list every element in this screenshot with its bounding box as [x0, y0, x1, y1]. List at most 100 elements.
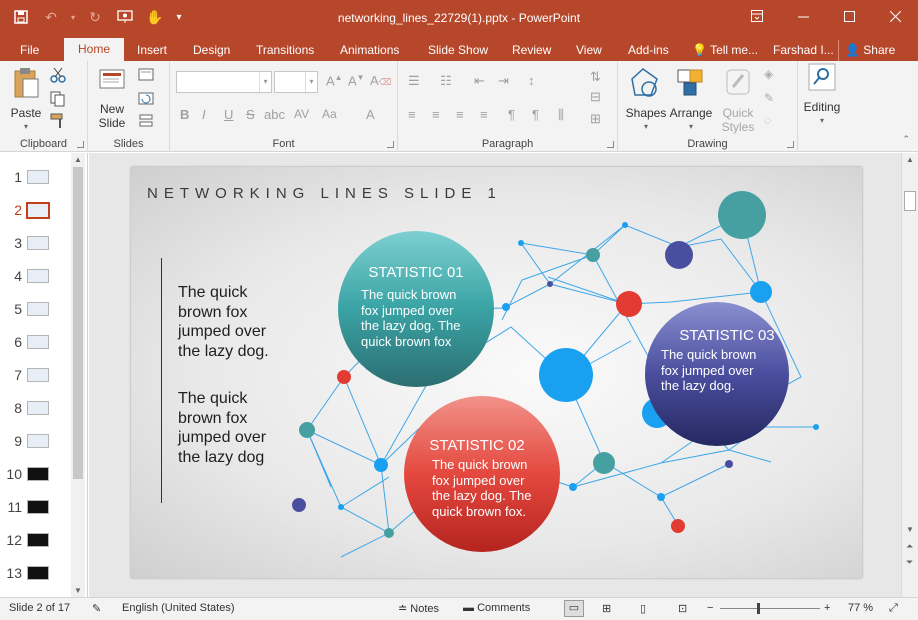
- normal-view-icon[interactable]: ▭: [564, 600, 584, 617]
- zoom-out-icon[interactable]: −: [707, 602, 713, 614]
- scroll-up-icon[interactable]: ▲: [74, 155, 82, 164]
- reset-icon[interactable]: [138, 91, 154, 107]
- slideshow-view-icon[interactable]: ⊡: [678, 602, 687, 615]
- ribbon-display-options-icon[interactable]: [734, 0, 780, 32]
- numbering-icon[interactable]: ☷: [440, 73, 452, 89]
- reading-view-icon[interactable]: ▯: [640, 602, 646, 615]
- comments-button[interactable]: ▬ Comments: [463, 602, 530, 614]
- next-slide-icon[interactable]: ⏷: [906, 557, 913, 568]
- smartart-icon[interactable]: ⊞: [590, 111, 601, 127]
- fit-to-window-icon[interactable]: ⤢: [889, 602, 898, 615]
- thumbnail-slide-1[interactable]: 1: [0, 165, 70, 189]
- grow-font-icon[interactable]: A▲: [326, 73, 343, 88]
- layout-icon[interactable]: [138, 67, 154, 83]
- change-case-button[interactable]: Aa: [322, 107, 337, 121]
- zoom-in-icon[interactable]: +: [824, 602, 830, 614]
- shape-outline-icon[interactable]: ✎: [764, 91, 780, 107]
- thumbnail-slide-6[interactable]: 6: [0, 330, 70, 354]
- line-spacing-icon[interactable]: ↕: [528, 73, 535, 88]
- spell-check-icon[interactable]: ✎: [92, 602, 101, 615]
- minimize-icon[interactable]: [780, 0, 826, 32]
- tab-transitions[interactable]: Transitions: [250, 40, 320, 61]
- stat-03-body[interactable]: The quick brown fox jumped over the lazy…: [661, 347, 781, 394]
- zoom-slider[interactable]: [720, 608, 820, 609]
- copy-icon[interactable]: [50, 91, 66, 107]
- rtl-icon[interactable]: ¶: [532, 107, 539, 122]
- collapse-ribbon-icon[interactable]: ⌃: [902, 134, 910, 145]
- scroll-thumb[interactable]: [73, 167, 83, 479]
- slide-sorter-icon[interactable]: ⊞: [602, 602, 611, 615]
- ltr-icon[interactable]: ¶: [508, 107, 515, 122]
- scroll-down-icon[interactable]: ▼: [906, 525, 914, 534]
- thumbnail-scrollbar[interactable]: ▲ ▼: [71, 153, 85, 597]
- tab-add-ins[interactable]: Add-ins: [622, 40, 675, 61]
- bullets-icon[interactable]: ☰: [408, 73, 420, 89]
- scroll-down-icon[interactable]: ▼: [74, 586, 82, 595]
- shape-effects-icon[interactable]: ◌: [764, 113, 780, 129]
- stat-01-body[interactable]: The quick brown fox jumped over the lazy…: [361, 287, 481, 349]
- cut-icon[interactable]: [50, 67, 66, 83]
- thumbnail-slide-10[interactable]: 10: [0, 462, 70, 486]
- scroll-up-icon[interactable]: ▲: [906, 155, 914, 164]
- thumbnail-slide-12[interactable]: 12: [0, 528, 70, 552]
- font-color-button[interactable]: A: [366, 107, 375, 122]
- close-icon[interactable]: [872, 0, 918, 32]
- tab-home[interactable]: Home: [64, 38, 125, 61]
- text-shadow-icon[interactable]: abc: [264, 107, 285, 122]
- editing-button[interactable]: Editing ▾: [800, 63, 844, 128]
- previous-slide-icon[interactable]: ⏶: [906, 541, 913, 552]
- tab-insert[interactable]: Insert: [131, 40, 173, 61]
- italic-button[interactable]: I: [202, 107, 206, 122]
- zoom-slider-thumb[interactable]: [757, 603, 760, 614]
- stat-02-title[interactable]: STATISTIC 02: [407, 437, 547, 454]
- slide-vertical-scrollbar[interactable]: ▲ ▼ ⏶ ⏷: [901, 153, 918, 597]
- decrease-indent-icon[interactable]: ⇤: [474, 73, 485, 89]
- thumbnail-slide-8[interactable]: 8: [0, 396, 70, 420]
- align-left-icon[interactable]: ≡: [408, 107, 416, 122]
- scroll-thumb[interactable]: [904, 191, 916, 211]
- thumbnail-slide-7[interactable]: 7: [0, 363, 70, 387]
- thumbnail-slide-5[interactable]: 5: [0, 297, 70, 321]
- bold-button[interactable]: B: [180, 107, 189, 122]
- underline-button[interactable]: U: [224, 107, 233, 122]
- character-spacing-button[interactable]: AV: [294, 107, 309, 121]
- paragraph-launcher-icon[interactable]: [607, 141, 614, 148]
- strikethrough-button[interactable]: S: [246, 107, 255, 122]
- shrink-font-icon[interactable]: A▼: [348, 73, 365, 88]
- tab-file[interactable]: File: [14, 40, 45, 61]
- shape-fill-icon[interactable]: ◈: [764, 67, 780, 83]
- format-painter-icon[interactable]: [50, 113, 66, 129]
- tab-view[interactable]: View: [570, 40, 608, 61]
- quick-styles-button[interactable]: Quick Styles: [716, 67, 760, 134]
- align-center-icon[interactable]: ≡: [432, 107, 440, 122]
- maximize-icon[interactable]: [826, 0, 872, 32]
- columns-icon[interactable]: ⫼: [558, 107, 564, 123]
- thumbnail-slide-9[interactable]: 9: [0, 429, 70, 453]
- thumbnail-slide-13[interactable]: 13: [0, 561, 70, 585]
- zoom-level[interactable]: 77 %: [848, 602, 873, 614]
- font-launcher-icon[interactable]: [387, 141, 394, 148]
- current-slide[interactable]: NETWORKING LINES SLIDE 1 The quick brown…: [131, 167, 862, 578]
- paste-button[interactable]: Paste ▾: [6, 67, 46, 134]
- new-slide-button[interactable]: New Slide: [92, 67, 132, 130]
- arrange-button[interactable]: Arrange ▾: [668, 67, 714, 134]
- align-text-icon[interactable]: ⊟: [590, 89, 601, 105]
- thumbnail-slide-4[interactable]: 4: [0, 264, 70, 288]
- thumbnail-slide-2[interactable]: 2: [0, 198, 70, 222]
- stat-01-title[interactable]: STATISTIC 01: [346, 264, 486, 281]
- language-indicator[interactable]: English (United States): [122, 602, 235, 614]
- shapes-button[interactable]: Shapes ▾: [624, 67, 668, 134]
- clipboard-launcher-icon[interactable]: [77, 141, 84, 148]
- notes-button[interactable]: ≐ Notes: [398, 602, 439, 615]
- text-direction-icon[interactable]: ⇅: [590, 69, 601, 85]
- clear-formatting-icon[interactable]: A⌫: [370, 73, 391, 88]
- stat-02-body[interactable]: The quick brown fox jumped over the lazy…: [432, 457, 552, 519]
- thumbnail-slide-11[interactable]: 11: [0, 495, 70, 519]
- account-name[interactable]: Farshad I...: [767, 40, 840, 61]
- increase-indent-icon[interactable]: ⇥: [498, 73, 509, 89]
- stat-03-title[interactable]: STATISTIC 03: [652, 327, 802, 344]
- share-button[interactable]: 👤 Share: [838, 40, 901, 61]
- tab-slide-show[interactable]: Slide Show: [422, 40, 494, 61]
- tab-review[interactable]: Review: [506, 40, 557, 61]
- font-size-combo[interactable]: ▾: [274, 71, 318, 93]
